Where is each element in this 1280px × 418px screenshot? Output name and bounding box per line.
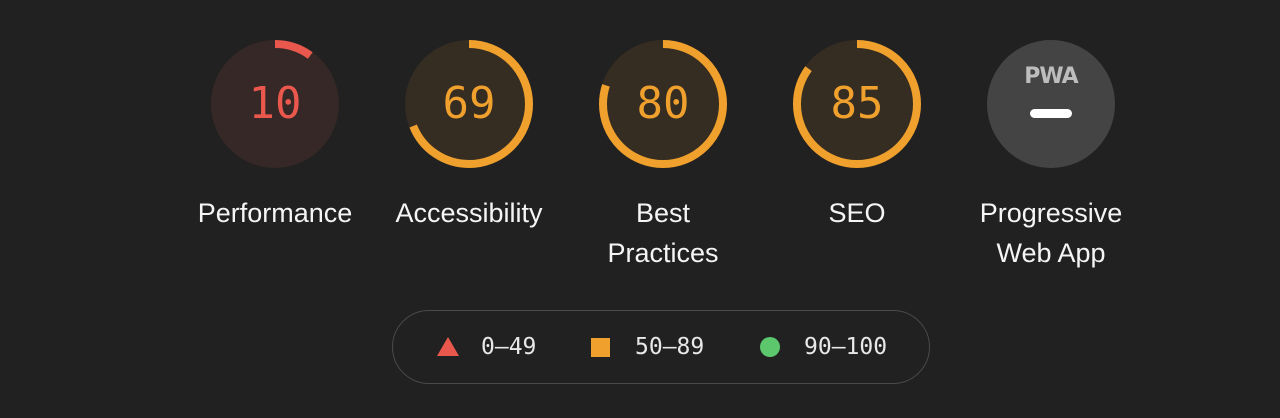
pwa-logo-icon: PWA: [1024, 64, 1078, 89]
triangle-icon: [437, 337, 459, 356]
gauge-best-practices[interactable]: 80 Best Practices: [573, 40, 753, 280]
legend-range: 50–89: [635, 334, 705, 360]
square-icon: [591, 338, 610, 357]
score-gauges: 10 Performance 69 Accessibility 80 Best …: [0, 0, 1280, 290]
gauge-label-line: Progressive: [979, 198, 1123, 228]
gauge-accessibility[interactable]: 69 Accessibility: [379, 40, 559, 280]
gauge-score: 80: [636, 78, 690, 129]
circle-icon: [760, 337, 780, 357]
legend-range: 0–49: [481, 334, 537, 360]
gauge-seo[interactable]: 85 SEO: [767, 40, 947, 280]
score-legend: 0–49 50–89 90–100: [392, 310, 930, 384]
pwa-badge: [987, 40, 1115, 168]
gauge-score: 10: [248, 78, 302, 129]
gauge-label-line: Best: [635, 198, 691, 228]
gauge-label: SEO: [828, 198, 886, 228]
gauge-label: Progressive Web App: [961, 193, 1141, 273]
gauge-label: Performance: [197, 198, 353, 228]
gauge-label: Accessibility: [395, 198, 543, 228]
gauge-pwa[interactable]: PWA Progressive Web App: [961, 40, 1141, 280]
gauge-label-line: Web App: [996, 238, 1106, 268]
gauge-label: Best Practices: [573, 193, 753, 273]
gauge-label-line: Practices: [607, 238, 719, 268]
pwa-dash-icon: [1030, 109, 1072, 118]
gauge-performance[interactable]: 10 Performance: [185, 40, 365, 280]
legend-range: 90–100: [804, 334, 888, 360]
gauge-score: 69: [442, 78, 496, 129]
gauge-score: 85: [830, 78, 884, 129]
